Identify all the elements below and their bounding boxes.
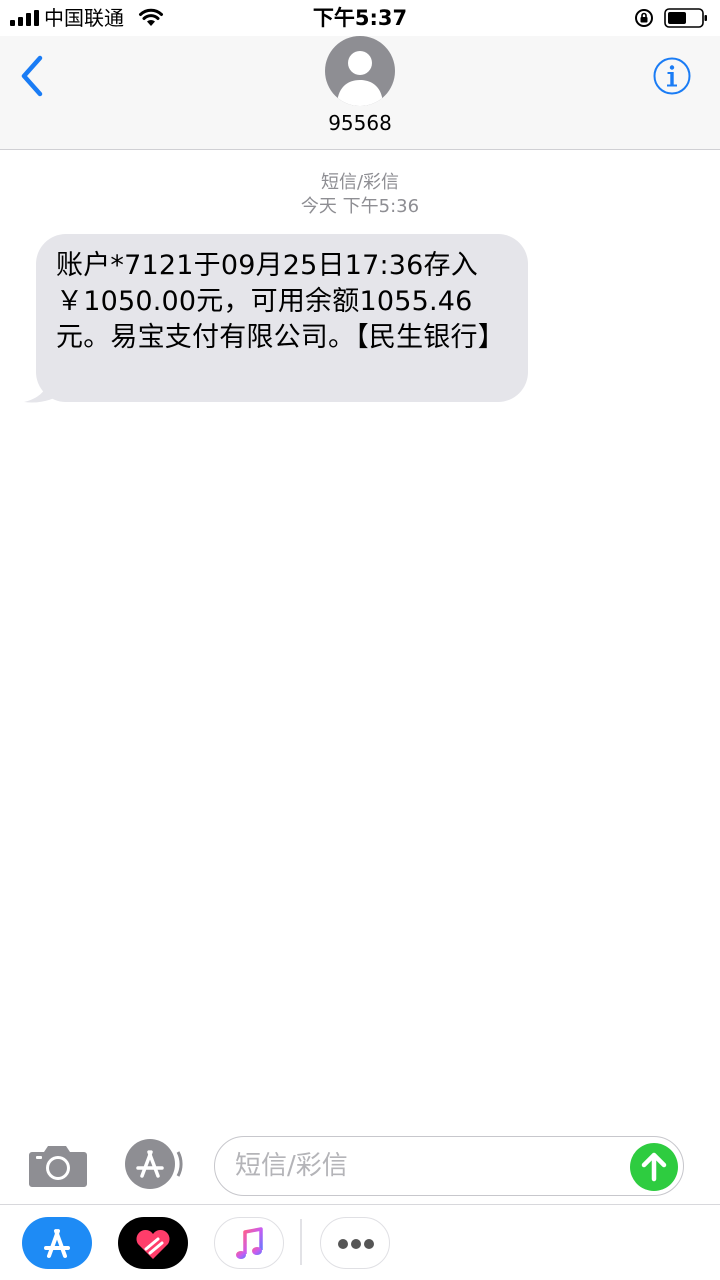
- more-icon: [338, 1239, 374, 1249]
- conversation-header: 95568: [0, 36, 720, 150]
- arrow-up-icon: [641, 1152, 667, 1182]
- app-store-icon[interactable]: [120, 1138, 186, 1190]
- compose-bar: [0, 1126, 720, 1204]
- app-store-icon: [44, 1229, 70, 1258]
- drawer-digital-touch[interactable]: [118, 1217, 188, 1269]
- digital-touch-icon: [136, 1229, 170, 1259]
- drawer-app-store[interactable]: [22, 1217, 92, 1269]
- info-button[interactable]: [652, 56, 692, 96]
- status-time: 下午5:37: [312, 6, 408, 30]
- app-drawer: [0, 1204, 720, 1280]
- message-timestamp: 今天 下午5:36: [300, 196, 420, 217]
- drawer-music[interactable]: [214, 1217, 284, 1269]
- music-icon: [236, 1227, 263, 1259]
- person-icon: [337, 51, 383, 106]
- contact-name[interactable]: 95568: [0, 110, 720, 136]
- status-bar: 中国联通 下午5:37: [0, 0, 720, 36]
- drawer-more[interactable]: [320, 1217, 390, 1269]
- battery-icon: [664, 8, 707, 28]
- message-input[interactable]: [235, 1147, 635, 1185]
- send-button[interactable]: [630, 1143, 678, 1191]
- back-button[interactable]: [14, 54, 54, 98]
- message-text: 账户*7121于09月25日17:36存入￥1050.00元，可用余额1055.…: [56, 250, 505, 353]
- contact-avatar[interactable]: [325, 36, 395, 106]
- camera-icon[interactable]: [28, 1142, 88, 1188]
- drawer-divider: [300, 1219, 302, 1265]
- message-type-label: 短信/彩信: [320, 172, 400, 193]
- message-bubble[interactable]: 账户*7121于09月25日17:36存入￥1050.00元，可用余额1055.…: [36, 234, 528, 402]
- rotation-lock-icon: [635, 9, 653, 27]
- message-input-container[interactable]: [214, 1136, 684, 1196]
